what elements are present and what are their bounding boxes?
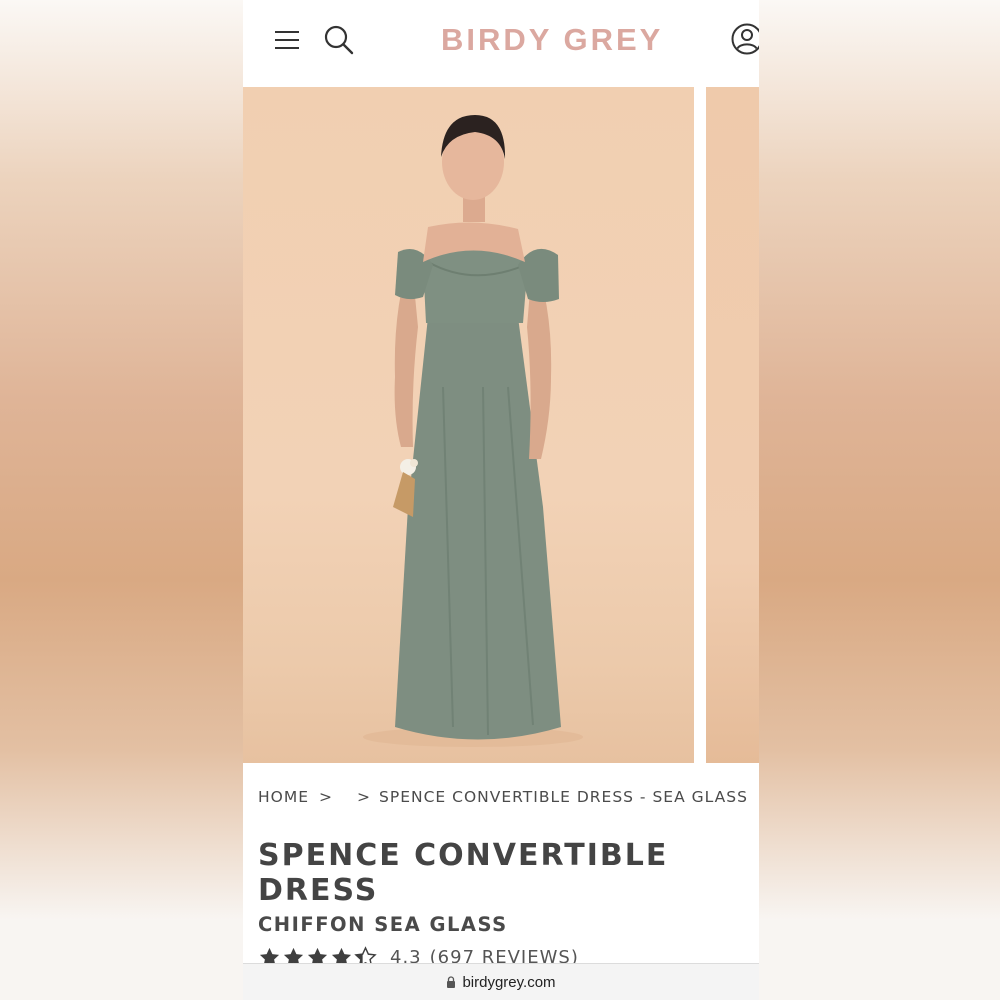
breadcrumb-current: SPENCE CONVERTIBLE DRESS - SEA GLASS: [379, 788, 748, 806]
account-icon[interactable]: [730, 22, 759, 56]
search-icon[interactable]: [323, 24, 355, 56]
product-title: SPENCE CONVERTIBLE DRESS: [258, 838, 669, 908]
model-photo: [363, 115, 583, 747]
brand-logo[interactable]: BIRDY GREY: [441, 22, 663, 58]
lock-icon: [447, 976, 456, 988]
phone-screen: BIRDY GREY HOME > > SPENCE CONVERTIBLE D…: [243, 0, 759, 1000]
product-image-gallery[interactable]: [243, 87, 759, 763]
breadcrumb-separator: >: [319, 788, 334, 806]
site-header: BIRDY GREY: [243, 0, 759, 86]
product-image-main[interactable]: [243, 87, 694, 763]
browser-url-bar[interactable]: birdygrey.com: [243, 963, 759, 1000]
breadcrumb: HOME > > SPENCE CONVERTIBLE DRESS - SEA GLA…: [258, 788, 748, 808]
background-blur-right: [759, 0, 1000, 1000]
url-text[interactable]: birdygrey.com: [462, 974, 555, 991]
menu-icon[interactable]: [273, 26, 301, 54]
breadcrumb-separator: >: [357, 788, 372, 806]
product-color-subtitle: CHIFFON SEA GLASS: [258, 913, 508, 936]
breadcrumb-home-link[interactable]: HOME: [258, 788, 309, 806]
background-blur-left: [0, 0, 243, 1000]
product-image-next-peek[interactable]: [706, 87, 759, 763]
